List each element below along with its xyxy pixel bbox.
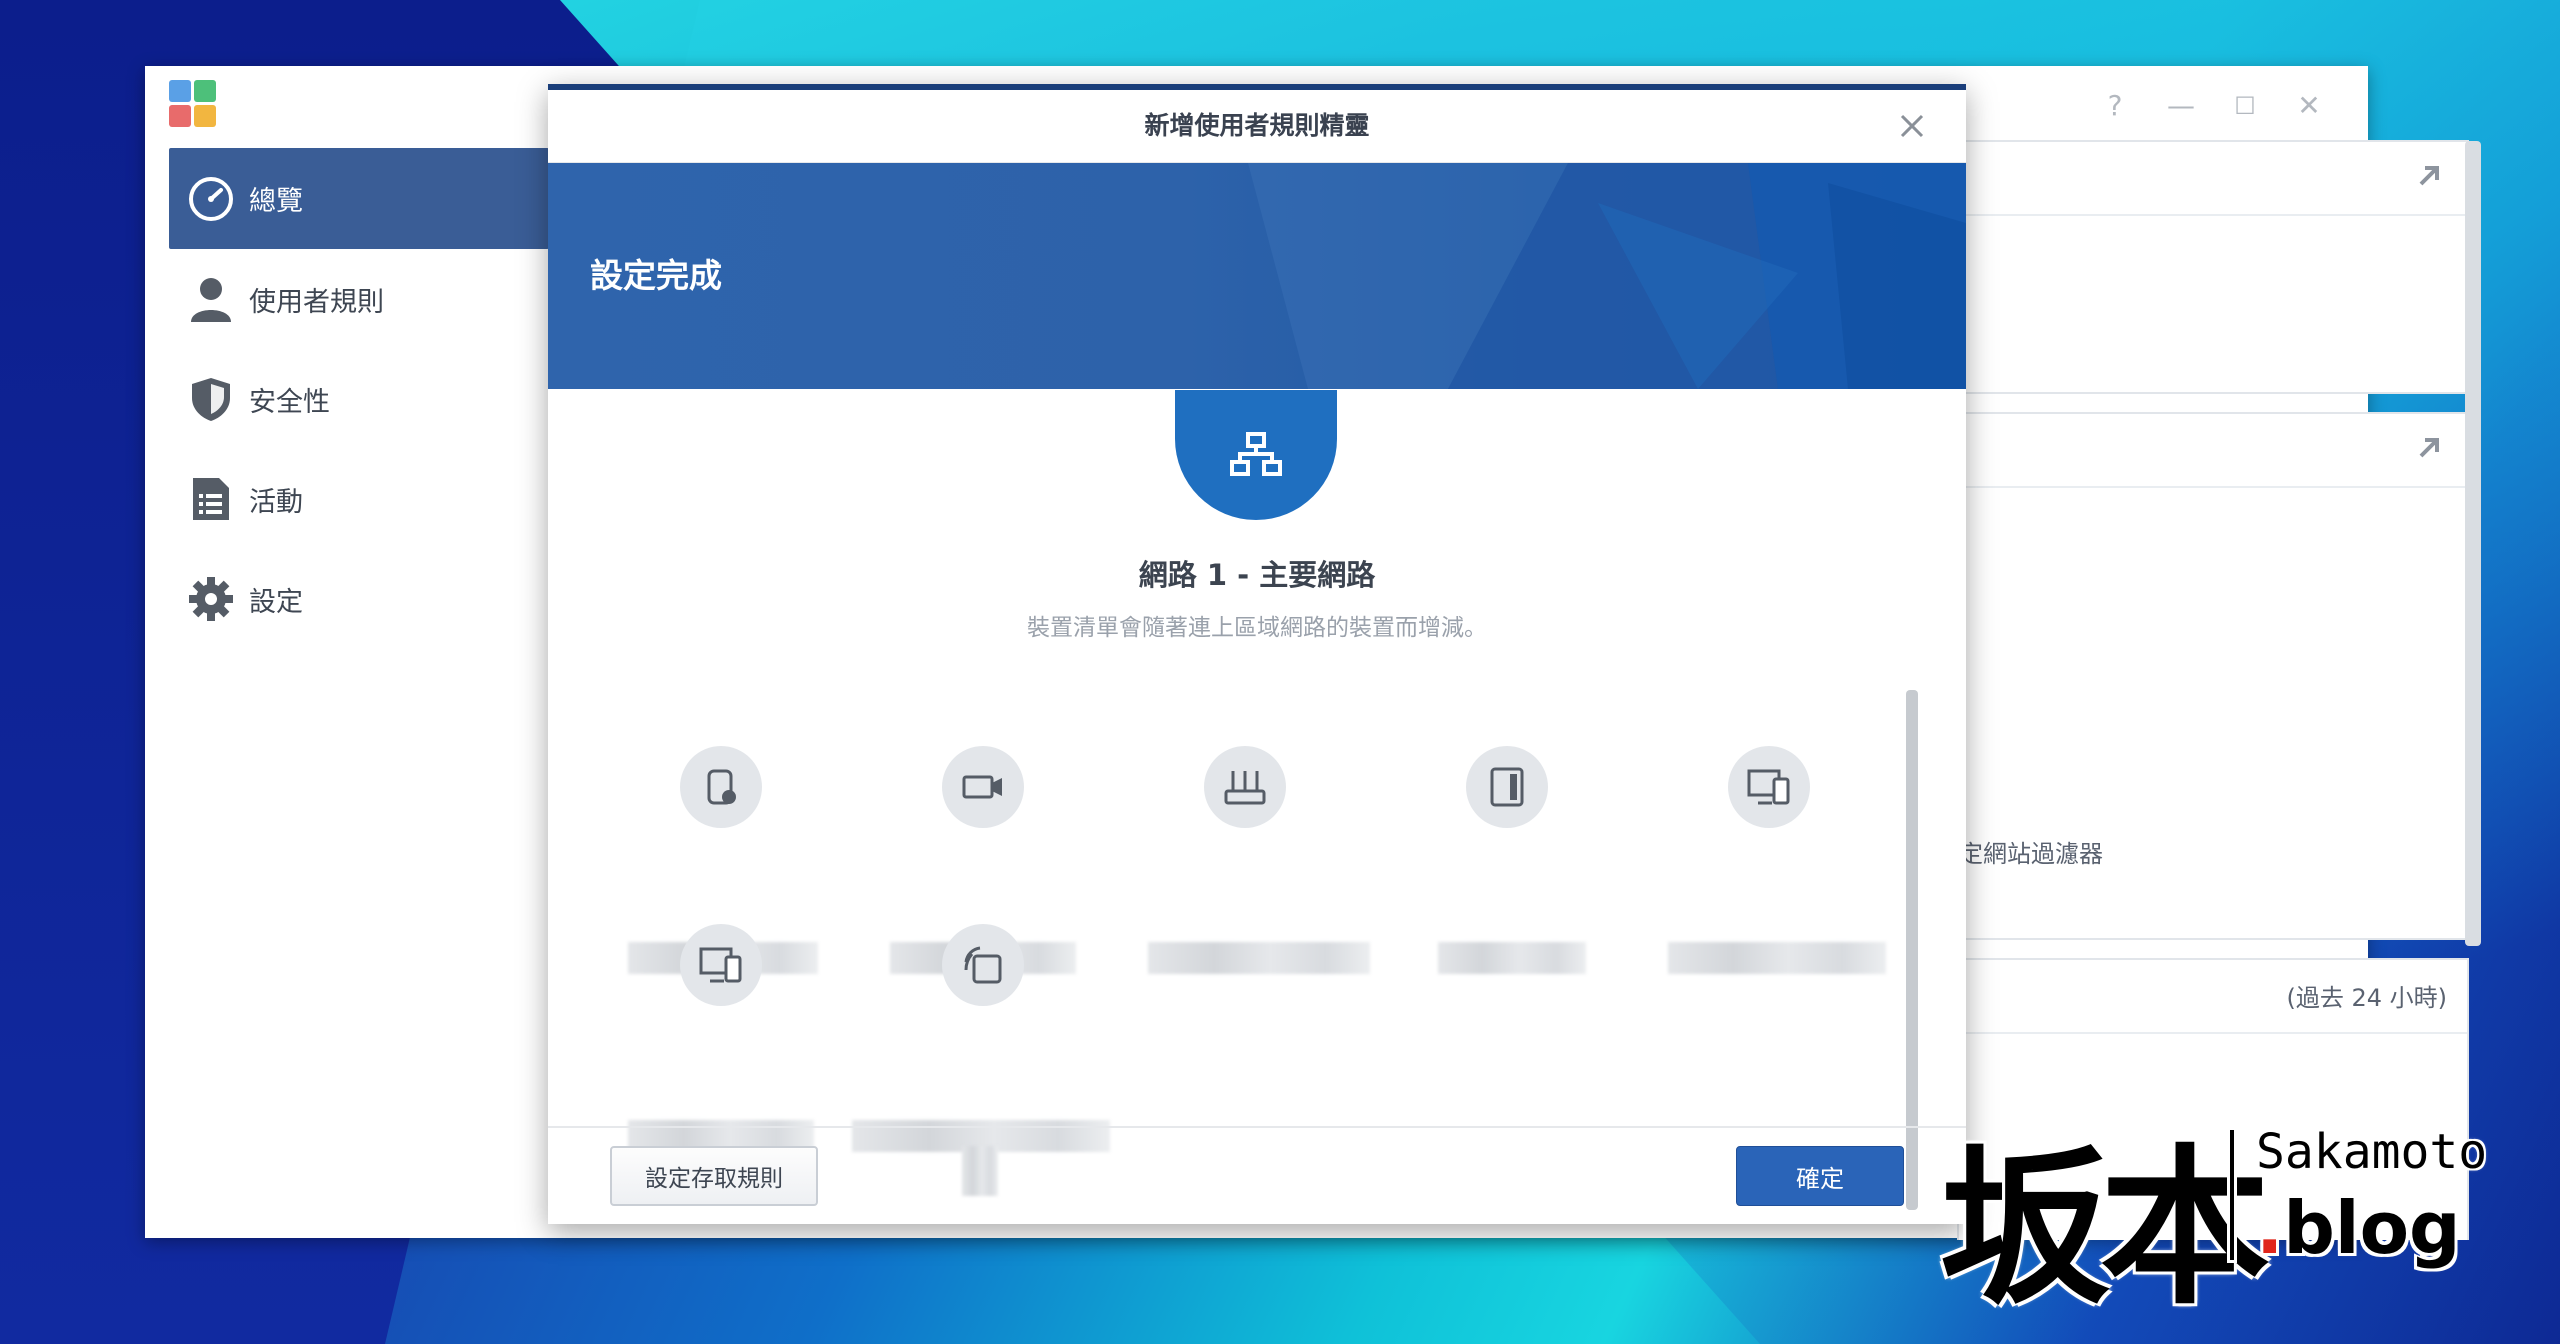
tablet-device-icon[interactable] [1466,746,1548,828]
user-icon [185,273,237,325]
window-scrollbar[interactable] [2465,141,2481,946]
close-window-icon[interactable]: ✕ [2293,90,2325,122]
sidebar-item-label: 安全性 [249,386,330,418]
wizard-content: 網路 1 - 主要網路 裝置清單會隨著連上區域網路的裝置而增減。 [548,390,1966,1220]
set-access-rule-button[interactable]: 設定存取規則 [610,1146,818,1206]
web-filter-text: 定網站過濾器 [1959,840,2103,868]
expand-arrow-icon[interactable] [2415,162,2443,190]
sidebar-item-security[interactable]: 安全性 [169,349,549,449]
banner-decoration [1248,163,1966,389]
shield-icon [185,373,237,425]
wireless-device-icon[interactable] [942,924,1024,1006]
wizard-banner: 設定完成 [548,163,1966,389]
new-user-rule-wizard: 新增使用者規則精靈 設定完成 網路 1 - 主要網路 裝置清單會隨著連上區域網路… [548,84,1966,1224]
sidebar-item-label: 設定 [249,586,303,618]
router-device-icon[interactable] [1204,746,1286,828]
card-header [1959,142,2467,216]
confirm-button[interactable]: 確定 [1736,1146,1904,1206]
nas-device-icon[interactable] [680,746,762,828]
sidebar-item-label: 活動 [249,486,303,518]
expand-arrow-icon[interactable] [2415,434,2443,462]
device-name-blurred [1148,942,1370,974]
sakamoto-blog-watermark: 坂本 Sakamoto .blog [1940,1090,2500,1328]
sidebar-item-label: 總覽 [249,186,303,217]
document-list-icon [185,473,237,525]
dialog-footer: 設定存取規則 確定 [548,1126,1966,1226]
network-subtitle: 裝置清單會隨著連上區域網路的裝置而增減。 [1027,615,1487,641]
close-icon[interactable] [1894,108,1930,144]
network-topology-icon [1230,432,1282,476]
dialog-title: 新增使用者規則精靈 [1144,111,1370,140]
overview-card-2: 定網站過濾器 [1957,412,2469,940]
dialog-titlebar[interactable]: 新增使用者規則精靈 [548,90,1966,163]
sidebar-item-overview[interactable]: 總覽 [169,148,549,249]
speedometer-icon [185,173,237,225]
sidebar-item-settings[interactable]: 設定 [169,549,549,649]
time-range-label: (過去 24 小時) [2286,984,2447,1012]
computer-phone-device-icon[interactable] [1728,746,1810,828]
watermark-blog: .blog [2256,1186,2461,1270]
watermark-kanji: 坂本 [1940,1128,2270,1328]
gear-icon [185,573,237,625]
sidebar-item-user-rules[interactable]: 使用者規則 [169,249,549,349]
device-name-blurred [1438,942,1586,974]
watermark-sakamoto: Sakamoto [2256,1124,2488,1180]
computer-phone-device-icon[interactable] [680,924,762,1006]
card-header: (過去 24 小時) [1959,960,2467,1034]
camera-device-icon[interactable] [942,746,1024,828]
network-title: 網路 1 - 主要網路 [1138,558,1376,592]
sidebar: 總覽 使用者規則 安全性 活動 設定 [169,148,549,649]
banner-title: 設定完成 [590,256,722,295]
sidebar-item-label: 使用者規則 [249,286,384,318]
app-logo-icon [169,80,217,128]
card-header [1959,414,2467,488]
watermark-divider [2230,1130,2234,1260]
network-circle [1175,390,1337,520]
overview-card-1 [1957,140,2469,394]
device-name-blurred [1668,942,1886,974]
minimize-icon[interactable]: — [2165,90,2197,122]
maximize-icon[interactable]: ☐ [2229,90,2261,122]
help-icon[interactable]: ? [2099,90,2131,122]
sidebar-item-activity[interactable]: 活動 [169,449,549,549]
